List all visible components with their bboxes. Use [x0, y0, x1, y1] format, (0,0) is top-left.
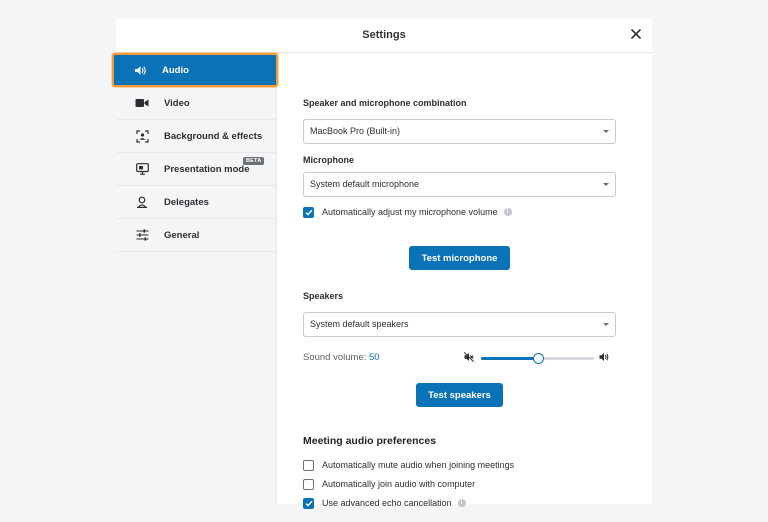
test-microphone-button[interactable]: Test microphone: [409, 246, 510, 270]
auto-adjust-label: Automatically adjust my microphone volum…: [322, 207, 498, 217]
dialog-title: Settings: [362, 29, 406, 41]
auto-mute-label: Automatically mute audio when joining me…: [322, 460, 515, 470]
speaker-loud-icon[interactable]: [599, 352, 609, 362]
close-icon: [631, 29, 641, 39]
sound-volume-caption: Sound volume:: [303, 352, 370, 363]
sidebar-item-background-effects[interactable]: Background & effects: [116, 120, 276, 153]
background-effects-icon: [131, 129, 153, 143]
combination-label: Speaker and microphone combination: [303, 98, 467, 108]
monitor-icon: [131, 163, 153, 175]
speakers-select-value: System default speakers: [310, 319, 409, 329]
info-icon[interactable]: i: [457, 499, 466, 507]
sidebar-item-label: Audio: [162, 64, 189, 76]
sidebar-item-audio[interactable]: Audio: [112, 53, 278, 87]
sidebar-item-label: Background & effects: [164, 130, 263, 142]
sound-volume-value: 50: [369, 352, 380, 363]
video-camera-icon: [131, 98, 153, 108]
speaker-icon: [129, 65, 151, 76]
sliders-icon: [131, 229, 153, 241]
volume-slider-thumb[interactable]: [532, 353, 544, 364]
audio-settings-panel: Speaker and microphone combination MacBo…: [303, 52, 616, 509]
speaker-muted-icon[interactable]: [464, 352, 474, 362]
sidebar-item-label: General: [164, 229, 200, 241]
caret-down-icon: [603, 323, 609, 326]
combination-select-value: MacBook Pro (Built-in): [310, 126, 401, 136]
microphone-select-value: System default microphone: [310, 179, 420, 189]
settings-dialog: Settings Audio Video Background & effect…: [112, 18, 652, 509]
volume-slider-fill: [481, 357, 538, 360]
caret-down-icon: [603, 130, 609, 133]
sidebar-item-general[interactable]: General: [116, 219, 276, 252]
sidebar-item-label: Delegates: [164, 196, 209, 208]
speakers-label: Speakers: [303, 291, 344, 301]
sidebar-item-delegates[interactable]: Delegates: [116, 186, 276, 219]
test-speakers-button[interactable]: Test speakers: [416, 383, 503, 407]
person-icon: [131, 196, 153, 208]
beta-badge: BETA: [243, 157, 265, 165]
echo-cancellation-checkbox[interactable]: [303, 497, 314, 509]
pref-row-echo-cancellation: Use advanced echo cancellation i: [303, 496, 466, 510]
auto-join-label: Automatically join audio with computer: [322, 479, 476, 489]
sound-volume-label: Sound volume: 50: [303, 352, 380, 363]
auto-join-checkbox[interactable]: [303, 478, 314, 490]
auto-adjust-checkbox[interactable]: [303, 206, 314, 218]
checkmark-icon: [305, 500, 313, 507]
checkmark-icon: [305, 209, 313, 216]
sound-volume-row: Sound volume: 50: [303, 351, 616, 365]
close-button[interactable]: [626, 24, 646, 44]
settings-sidebar: Audio Video Background & effects Present…: [112, 52, 278, 504]
auto-adjust-row: Automatically adjust my microphone volum…: [303, 205, 512, 219]
sidebar-item-presentation-mode[interactable]: Presentation mode BETA: [116, 153, 276, 186]
volume-slider[interactable]: [481, 353, 594, 364]
pref-row-auto-mute: Automatically mute audio when joining me…: [303, 458, 514, 472]
meeting-audio-preferences-heading: Meeting audio preferences: [303, 435, 437, 447]
pref-row-auto-join: Automatically join audio with computer: [303, 477, 475, 491]
info-icon[interactable]: i: [503, 208, 512, 216]
auto-mute-checkbox[interactable]: [303, 459, 314, 471]
sidebar-item-video[interactable]: Video: [116, 87, 276, 120]
sidebar-item-label: Presentation mode: [164, 163, 250, 175]
microphone-label: Microphone: [303, 155, 354, 165]
sidebar-item-label: Video: [164, 97, 190, 109]
echo-cancellation-label: Use advanced echo cancellation: [322, 498, 452, 508]
dialog-titlebar: Settings: [116, 18, 652, 53]
combination-select[interactable]: MacBook Pro (Built-in): [303, 119, 616, 144]
caret-down-icon: [603, 183, 609, 186]
microphone-select[interactable]: System default microphone: [303, 172, 616, 197]
speakers-select[interactable]: System default speakers: [303, 312, 616, 337]
